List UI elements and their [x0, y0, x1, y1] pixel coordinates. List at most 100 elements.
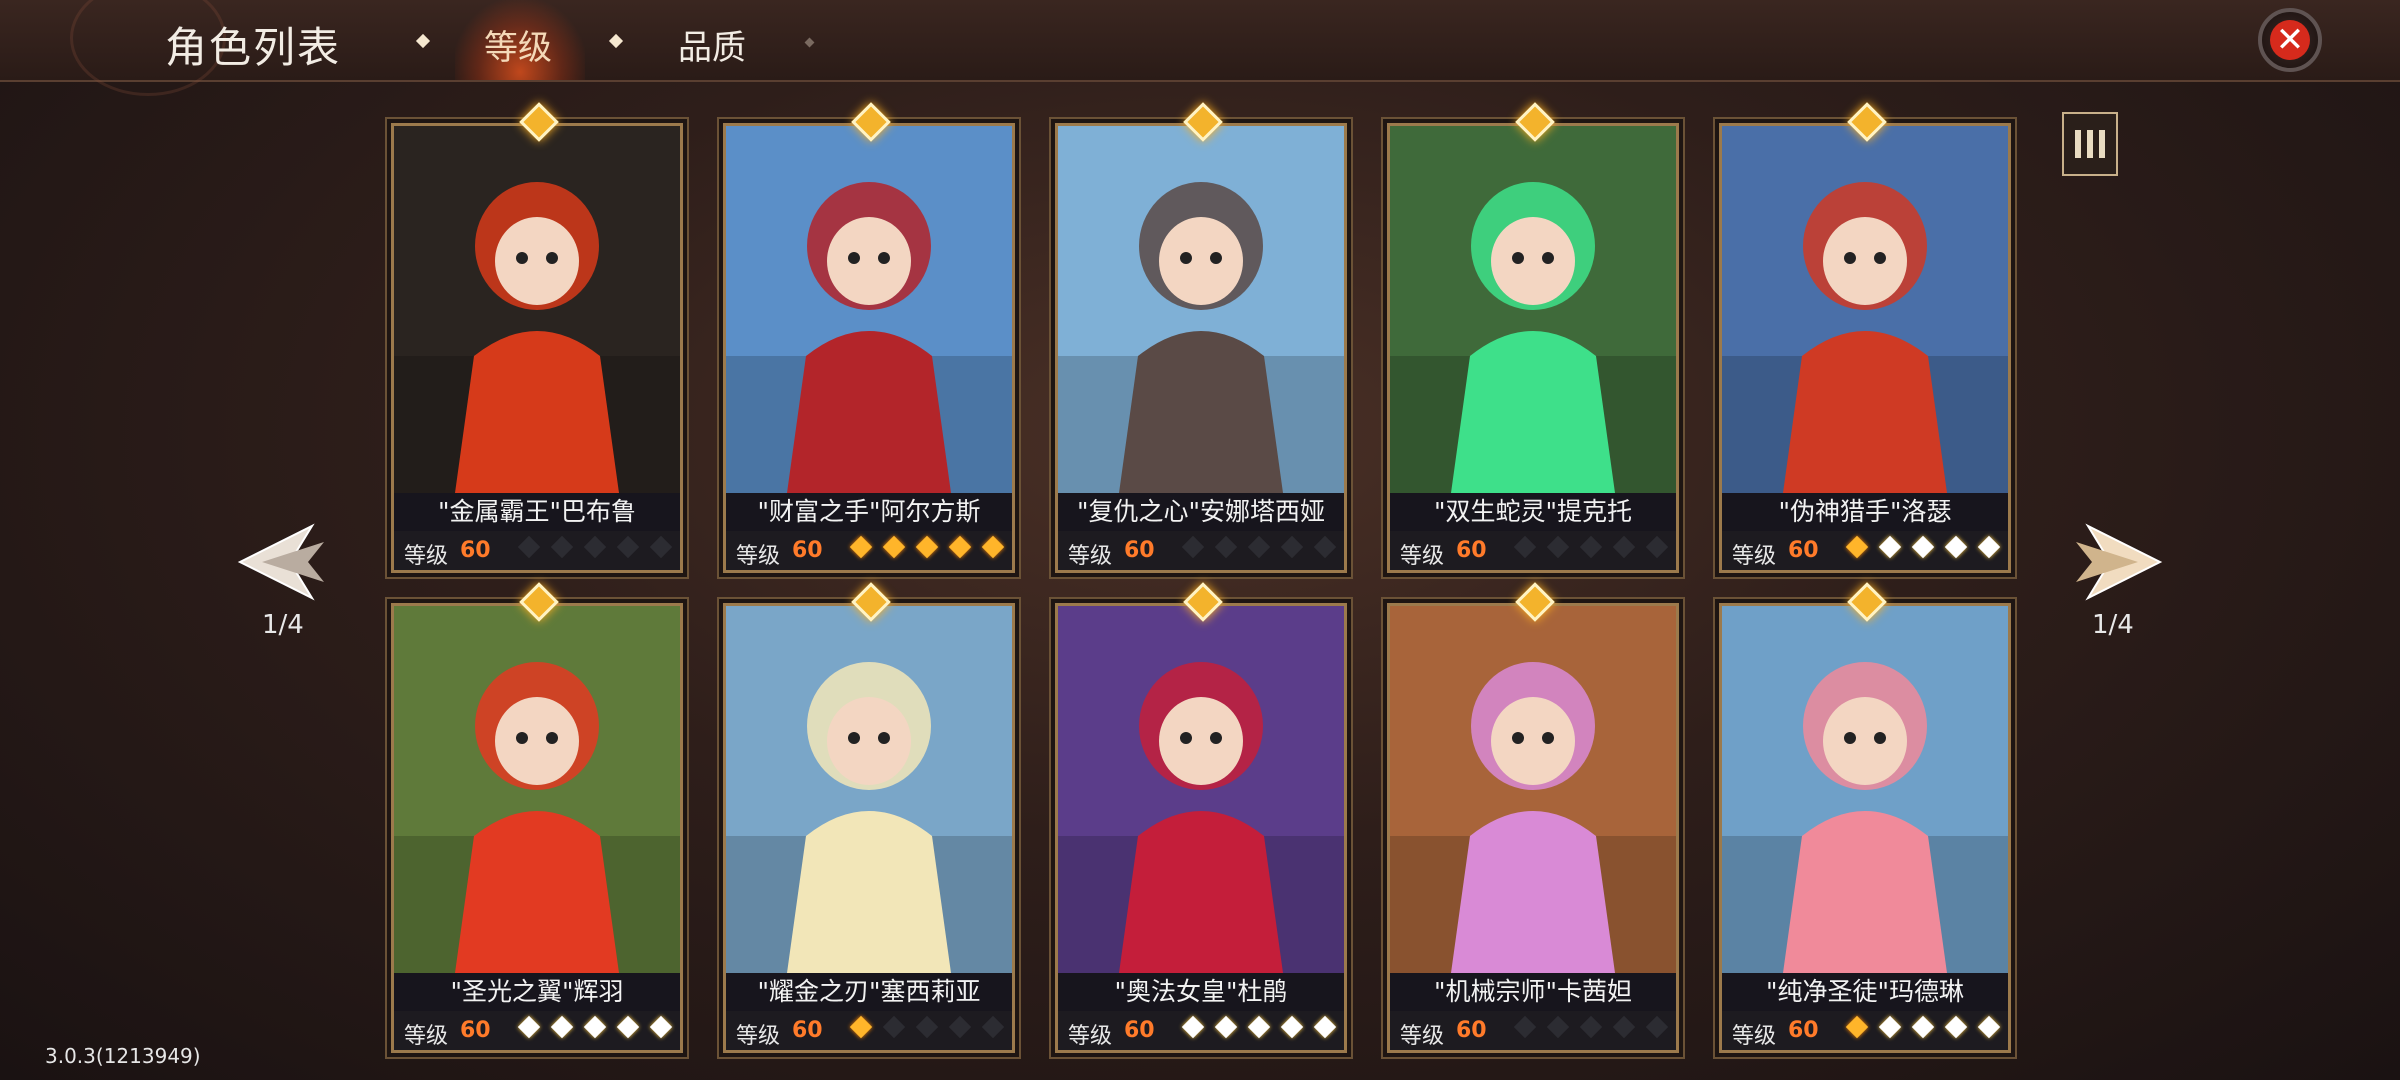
star-icon: [550, 535, 574, 559]
character-portrait: [1390, 126, 1676, 493]
star-icon: [882, 535, 906, 559]
star-rating: [1171, 535, 1337, 562]
star-icon: [981, 1015, 1005, 1039]
level-label: 等级: [736, 1024, 781, 1049]
star-icon: [1911, 1015, 1935, 1039]
character-card[interactable]: "耀金之刃"塞西莉亚 等级 60: [723, 582, 1015, 1053]
character-card[interactable]: "机械宗师"卡茜妲 等级 60: [1387, 582, 1679, 1053]
character-portrait: [1722, 606, 2008, 973]
character-card[interactable]: "双生蛇灵"提克托 等级 60: [1387, 102, 1679, 573]
star-icon: [649, 535, 673, 559]
level-label: 等级: [1732, 1024, 1777, 1049]
level-value: 60: [1456, 1018, 1487, 1043]
level-row: 等级 60: [726, 1011, 1012, 1050]
level-value: 60: [1124, 538, 1155, 563]
level-row: 等级 60: [1722, 531, 2008, 570]
star-rating: [839, 535, 1005, 562]
star-icon: [517, 1015, 541, 1039]
star-icon: [915, 535, 939, 559]
tab-separator-icon: [608, 33, 624, 49]
character-portrait: [1058, 606, 1344, 973]
level-label: 等级: [404, 1024, 449, 1049]
star-icon: [1944, 1015, 1968, 1039]
star-icon: [1845, 1015, 1869, 1039]
page-indicator-right: 1/4: [2092, 610, 2134, 640]
level-label: 等级: [1732, 544, 1777, 569]
level-value: 60: [460, 538, 491, 563]
level-row: 等级 60: [1058, 531, 1344, 570]
character-card[interactable]: "圣光之翼"辉羽 等级 60: [391, 582, 683, 1053]
close-icon: ✕: [2270, 20, 2310, 60]
star-icon: [616, 1015, 640, 1039]
level-value: 60: [460, 1018, 491, 1043]
star-rating: [507, 535, 673, 562]
star-rating: [1171, 1015, 1337, 1042]
list-view-icon: [2075, 130, 2081, 158]
star-icon: [550, 1015, 574, 1039]
character-name: "财富之手"阿尔方斯: [726, 493, 1012, 531]
star-icon: [1612, 535, 1636, 559]
star-icon: [1247, 535, 1271, 559]
star-icon: [1878, 1015, 1902, 1039]
page-indicator-left: 1/4: [262, 610, 304, 640]
star-icon: [583, 1015, 607, 1039]
star-icon: [616, 535, 640, 559]
level-row: 等级 60: [394, 1011, 680, 1050]
character-name: "伪神猎手"洛瑟: [1722, 493, 2008, 531]
star-icon: [1313, 1015, 1337, 1039]
level-value: 60: [1788, 538, 1819, 563]
character-portrait: [1058, 126, 1344, 493]
close-button[interactable]: ✕: [2258, 8, 2322, 72]
level-row: 等级 60: [726, 531, 1012, 570]
level-value: 60: [1124, 1018, 1155, 1043]
star-icon: [882, 1015, 906, 1039]
character-name: "机械宗师"卡茜妲: [1390, 973, 1676, 1011]
character-name: "耀金之刃"塞西莉亚: [726, 973, 1012, 1011]
star-icon: [1845, 535, 1869, 559]
level-row: 等级 60: [394, 531, 680, 570]
star-rating: [839, 1015, 1005, 1042]
star-icon: [1977, 535, 2001, 559]
level-label: 等级: [1400, 1024, 1445, 1049]
prev-page-button[interactable]: [232, 512, 332, 612]
star-rating: [1835, 1015, 2001, 1042]
star-icon: [1579, 1015, 1603, 1039]
star-icon: [948, 535, 972, 559]
star-icon: [649, 1015, 673, 1039]
star-icon: [915, 1015, 939, 1039]
star-rating: [507, 1015, 673, 1042]
level-value: 60: [792, 1018, 823, 1043]
character-card[interactable]: "金属霸王"巴布鲁 等级 60: [391, 102, 683, 573]
character-portrait: [1722, 126, 2008, 493]
star-icon: [981, 535, 1005, 559]
star-icon: [1214, 535, 1238, 559]
character-card[interactable]: "复仇之心"安娜塔西娅 等级 60: [1055, 102, 1347, 573]
level-value: 60: [792, 538, 823, 563]
list-view-button[interactable]: [2062, 112, 2118, 176]
character-card[interactable]: "财富之手"阿尔方斯 等级 60: [723, 102, 1015, 573]
star-rating: [1503, 1015, 1669, 1042]
star-icon: [1645, 1015, 1669, 1039]
level-label: 等级: [1068, 1024, 1113, 1049]
star-rating: [1835, 535, 2001, 562]
level-row: 等级 60: [1722, 1011, 2008, 1050]
character-name: "圣光之翼"辉羽: [394, 973, 680, 1011]
character-card[interactable]: "奥法女皇"杜鹃 等级 60: [1055, 582, 1347, 1053]
character-name: "复仇之心"安娜塔西娅: [1058, 493, 1344, 531]
star-icon: [1878, 535, 1902, 559]
page-title: 角色列表: [165, 23, 342, 72]
character-card[interactable]: "纯净圣徒"玛德琳 等级 60: [1719, 582, 2011, 1053]
character-card[interactable]: "伪神猎手"洛瑟 等级 60: [1719, 102, 2011, 573]
tab-level[interactable]: 等级: [484, 20, 552, 69]
star-icon: [1911, 535, 1935, 559]
level-value: 60: [1788, 1018, 1819, 1043]
star-icon: [1313, 535, 1337, 559]
star-icon: [1280, 1015, 1304, 1039]
character-name: "纯净圣徒"玛德琳: [1722, 973, 2008, 1011]
next-page-button[interactable]: [2068, 512, 2168, 612]
character-portrait: [1390, 606, 1676, 973]
level-label: 等级: [1400, 544, 1445, 569]
star-icon: [1546, 1015, 1570, 1039]
level-row: 等级 60: [1390, 1011, 1676, 1050]
tab-quality[interactable]: 品质: [678, 20, 746, 69]
